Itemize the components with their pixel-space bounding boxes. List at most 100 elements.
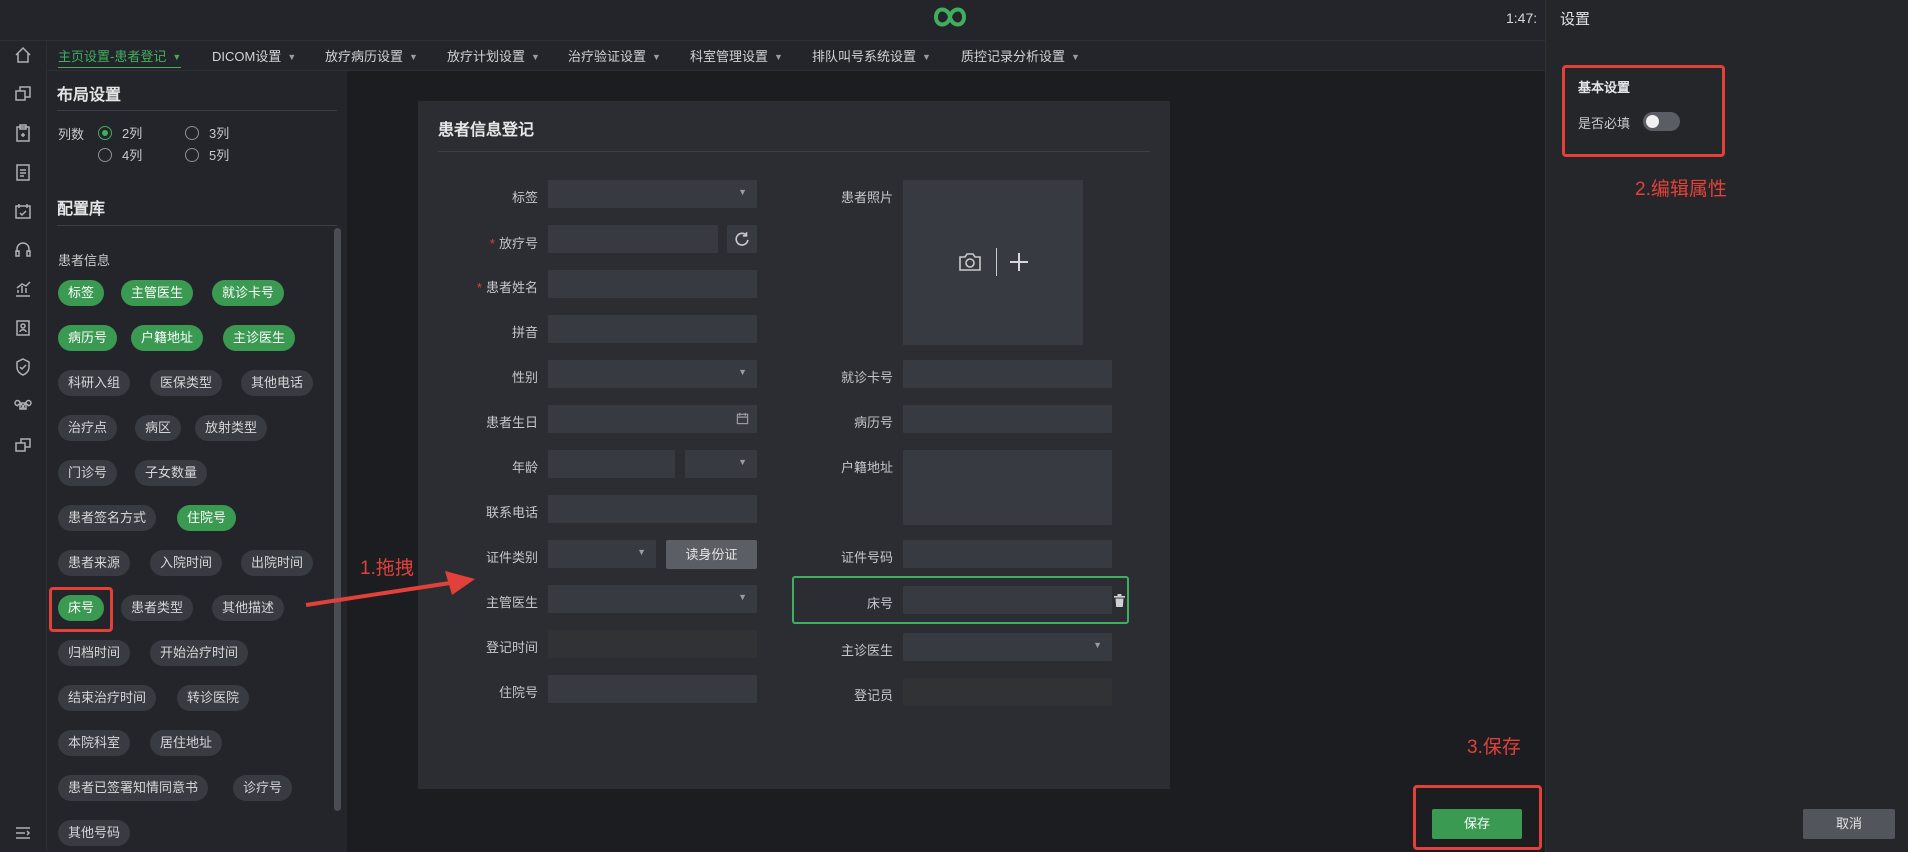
label-chief-doctor: 主诊医生 xyxy=(840,643,893,658)
age-unit-select[interactable]: ▼ xyxy=(685,450,757,478)
chip-other-description[interactable]: 其他描述 xyxy=(212,595,285,621)
chip-ward[interactable]: 病区 xyxy=(135,415,182,441)
chip-attending-doctor[interactable]: 主管医生 xyxy=(121,280,194,306)
label-inpatient-no: 住院号 xyxy=(498,685,538,700)
gender-select[interactable]: ▼ xyxy=(548,360,757,388)
chip-referral-hospital[interactable]: 转诊医院 xyxy=(177,685,250,711)
camera-icon[interactable] xyxy=(958,251,982,273)
tab-rt-record-settings[interactable]: 放疗病历设置 ▼ xyxy=(325,46,418,68)
trash-icon[interactable] xyxy=(1114,594,1125,607)
chip-patient-type[interactable]: 患者类型 xyxy=(121,595,194,621)
tab-queue-settings[interactable]: 排队叫号系统设置 ▼ xyxy=(812,46,931,68)
document-icon[interactable] xyxy=(13,162,33,182)
chip-household-address[interactable]: 户籍地址 xyxy=(131,325,204,351)
medical-record-input[interactable] xyxy=(903,405,1112,433)
chip-treatment-point[interactable]: 治疗点 xyxy=(58,415,118,441)
headset-icon[interactable] xyxy=(13,240,33,260)
tab-rt-plan-settings[interactable]: 放疗计划设置 ▼ xyxy=(447,46,540,68)
chip-patient-source[interactable]: 患者来源 xyxy=(58,550,131,576)
chief-doctor-select[interactable]: ▼ xyxy=(903,633,1112,661)
refresh-icon[interactable] xyxy=(727,225,757,253)
label-age: 年龄 xyxy=(511,460,538,475)
chip-department[interactable]: 本院科室 xyxy=(58,730,131,756)
home-icon[interactable] xyxy=(13,45,33,65)
required-mark: * xyxy=(489,236,495,251)
radio-4-columns[interactable]: 4列 xyxy=(98,145,142,164)
inpatient-no-input[interactable] xyxy=(548,675,757,703)
visit-card-input[interactable] xyxy=(903,360,1112,388)
chip-tag[interactable]: 标签 xyxy=(58,280,105,306)
photo-upload[interactable] xyxy=(903,180,1083,345)
chip-outpatient-no[interactable]: 门诊号 xyxy=(58,460,118,486)
id-number-input[interactable] xyxy=(903,540,1112,568)
tab-label: 科室管理设置 xyxy=(690,49,769,64)
label-visit-card: 就诊卡号 xyxy=(840,370,893,385)
label-birthday: 患者生日 xyxy=(485,415,538,430)
chip-diagnosis-no[interactable]: 诊疗号 xyxy=(233,775,293,801)
label-rt-number: * 放疗号 xyxy=(418,233,538,252)
tab-label: 主页设置-患者登记 xyxy=(58,49,167,64)
chip-treatment-start[interactable]: 开始治疗时间 xyxy=(150,640,249,666)
chart-icon[interactable] xyxy=(13,279,33,299)
bed-no-input[interactable] xyxy=(903,586,1112,614)
command-icon[interactable] xyxy=(13,396,33,416)
tab-verification-settings[interactable]: 治疗验证设置 ▼ xyxy=(568,46,661,68)
rt-number-input[interactable] xyxy=(548,225,718,253)
window-link-icon[interactable] xyxy=(13,435,33,455)
chip-visit-card[interactable]: 就诊卡号 xyxy=(212,280,285,306)
chevron-down-icon: ▼ xyxy=(738,592,747,602)
attending-doctor-select[interactable]: ▼ xyxy=(548,585,757,613)
chip-admission-time[interactable]: 入院时间 xyxy=(150,550,223,576)
radio-3-columns[interactable]: 3列 xyxy=(185,123,229,142)
tag-select[interactable]: ▼ xyxy=(548,180,757,208)
read-id-card-button[interactable]: 读身份证 xyxy=(666,540,757,569)
clipboard-icon[interactable] xyxy=(13,123,33,143)
chip-other-phone[interactable]: 其他电话 xyxy=(241,370,314,396)
age-input[interactable] xyxy=(548,450,675,478)
radio-label: 2列 xyxy=(122,126,143,141)
chip-signature-method[interactable]: 患者签名方式 xyxy=(58,505,157,531)
chip-insurance-type[interactable]: 医保类型 xyxy=(150,370,223,396)
chip-residence-address[interactable]: 居住地址 xyxy=(150,730,223,756)
chip-archive-time[interactable]: 归档时间 xyxy=(58,640,131,666)
chip-other-number[interactable]: 其他号码 xyxy=(58,820,131,846)
label-text: 放疗号 xyxy=(498,236,538,251)
patient-name-input[interactable] xyxy=(548,270,757,298)
chevron-down-icon: ▼ xyxy=(738,367,747,377)
id-type-select[interactable]: ▼ xyxy=(548,540,656,568)
windows-icon[interactable] xyxy=(13,84,33,104)
scrollbar[interactable] xyxy=(334,228,341,811)
chip-inpatient-no[interactable]: 住院号 xyxy=(177,505,237,531)
tab-department-settings[interactable]: 科室管理设置 ▼ xyxy=(690,46,783,68)
user-card-icon[interactable] xyxy=(13,318,33,338)
birthday-datepicker[interactable] xyxy=(548,405,757,433)
tab-dicom-settings[interactable]: DICOM设置 ▼ xyxy=(212,46,296,68)
menu-collapse-icon[interactable] xyxy=(13,823,33,843)
label-text: 患者姓名 xyxy=(485,280,538,295)
chip-medical-record[interactable]: 病历号 xyxy=(58,325,118,351)
radio-5-columns[interactable]: 5列 xyxy=(185,145,229,164)
pinyin-input[interactable] xyxy=(548,315,757,343)
chip-treatment-end[interactable]: 结束治疗时间 xyxy=(58,685,157,711)
annotation-box-basic-settings xyxy=(1562,65,1725,157)
tab-qc-settings[interactable]: 质控记录分析设置 ▼ xyxy=(961,46,1080,68)
columns-label: 列数 xyxy=(58,127,85,142)
label-tag: 标签 xyxy=(511,190,538,205)
chip-children-count[interactable]: 子女数量 xyxy=(135,460,208,486)
plus-icon[interactable] xyxy=(1009,252,1029,272)
chip-radiation-type[interactable]: 放射类型 xyxy=(195,415,268,441)
chip-informed-consent[interactable]: 患者已签署知情同意书 xyxy=(58,775,209,801)
library-title: 配置库 xyxy=(57,201,106,218)
group-label: 患者信息 xyxy=(58,253,111,268)
chip-chief-doctor[interactable]: 主诊医生 xyxy=(223,325,296,351)
divider xyxy=(57,110,337,111)
calendar-check-icon[interactable] xyxy=(13,201,33,221)
divider xyxy=(996,248,997,276)
shield-icon[interactable] xyxy=(13,357,33,377)
radio-2-columns[interactable]: 2列 xyxy=(98,123,142,142)
tab-home-settings[interactable]: 主页设置-患者登记 ▼ xyxy=(58,46,182,68)
household-address-textarea[interactable] xyxy=(903,450,1112,525)
chip-research-group[interactable]: 科研入组 xyxy=(58,370,131,396)
phone-input[interactable] xyxy=(548,495,757,523)
cancel-button[interactable]: 取消 xyxy=(1803,809,1895,839)
